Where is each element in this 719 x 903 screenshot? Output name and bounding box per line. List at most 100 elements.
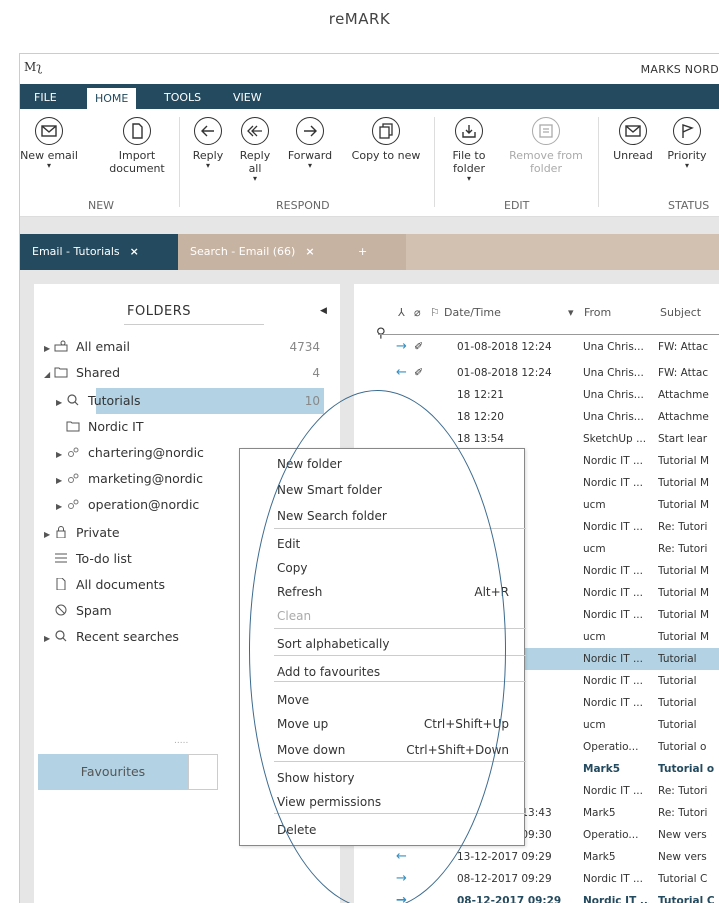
menu-item-new-folder[interactable]: New folder bbox=[277, 453, 509, 475]
cell-from: Nordic IT ... bbox=[583, 697, 643, 709]
menu-home[interactable]: HOME bbox=[86, 87, 138, 109]
folder-operation[interactable]: ▶ operation@nordic bbox=[56, 494, 199, 516]
menu-item-edit[interactable]: Edit bbox=[277, 533, 509, 555]
menu-item-move[interactable]: Move bbox=[277, 689, 509, 711]
priority-button[interactable]: Priority ▾ bbox=[662, 117, 712, 170]
menu-separator bbox=[274, 628, 526, 629]
menu-item-new-smart-folder[interactable]: New Smart folder bbox=[277, 479, 509, 501]
menu-separator bbox=[274, 528, 526, 529]
import-document-button[interactable]: Import document bbox=[98, 117, 176, 175]
collapse-icon[interactable]: ◢ bbox=[44, 364, 54, 386]
cell-subject: Tutorial C bbox=[658, 873, 708, 885]
folder-nordic-it[interactable]: Nordic IT bbox=[66, 416, 144, 438]
folder-all-email[interactable]: ▶ All email bbox=[44, 336, 130, 358]
folder-count: 4 bbox=[312, 366, 320, 380]
menu-item-show-history[interactable]: Show history bbox=[277, 767, 509, 789]
menu-item-delete[interactable]: Delete bbox=[277, 819, 509, 841]
expand-icon[interactable]: ▶ bbox=[56, 496, 66, 518]
file-to-folder-button[interactable]: File to folder ▾ bbox=[444, 117, 494, 183]
table-row[interactable]: → 08-12-2017 09:29 Nordic IT ... Tutorial C bbox=[354, 890, 719, 903]
cell-subject: Tutorial M bbox=[658, 499, 709, 511]
menu-item-sort-alphabetically[interactable]: Sort alphabetically bbox=[277, 633, 509, 655]
table-row[interactable]: → 08-12-2017 09:29 Nordic IT ... Tutorial C bbox=[354, 868, 719, 890]
menu-item-move-up[interactable]: Move up Ctrl+Shift+Up bbox=[277, 713, 509, 735]
thread-icon[interactable]: ⅄ bbox=[398, 306, 405, 319]
folder-spam[interactable]: Spam bbox=[54, 600, 112, 622]
folder-private[interactable]: ▶ Private bbox=[44, 522, 120, 544]
reply-button[interactable]: Reply ▾ bbox=[186, 117, 230, 170]
cell-from: Nordic IT ... bbox=[583, 675, 643, 687]
folder-tutorials[interactable]: ▶ Tutorials bbox=[56, 390, 140, 412]
cell-from: Nordic IT ... bbox=[583, 565, 643, 577]
folder-all-documents[interactable]: All documents bbox=[54, 574, 165, 596]
table-row[interactable]: ← 13-12-2017 09:29 Mark5 New vers bbox=[354, 846, 719, 868]
menu-item-new-search-folder[interactable]: New Search folder bbox=[277, 505, 509, 527]
menu-item-view-permissions[interactable]: View permissions bbox=[277, 791, 509, 813]
forward-button[interactable]: Forward ▾ bbox=[282, 117, 338, 170]
folder-shared[interactable]: ◢ Shared bbox=[44, 362, 120, 384]
menu-item-label: Edit bbox=[277, 537, 301, 551]
menu-item-label: Clean bbox=[277, 609, 312, 623]
new-email-button[interactable]: New email ▾ bbox=[20, 117, 78, 170]
menu-item-copy[interactable]: Copy bbox=[277, 557, 509, 579]
folder-marketing[interactable]: ▶ marketing@nordic bbox=[56, 468, 203, 490]
column-from[interactable]: From bbox=[584, 306, 611, 319]
flag-icon[interactable]: ⚐ bbox=[430, 306, 440, 319]
expand-icon[interactable]: ▶ bbox=[44, 628, 54, 650]
menu-item-shortcut: Ctrl+Shift+Down bbox=[406, 743, 509, 757]
menu-view[interactable]: VIEW bbox=[225, 87, 270, 109]
expand-icon[interactable]: ▶ bbox=[44, 524, 54, 546]
expand-icon[interactable]: ▶ bbox=[56, 470, 66, 492]
menu-item-refresh[interactable]: Refresh Alt+R bbox=[277, 581, 509, 603]
cell-from: Una Chris... bbox=[583, 389, 644, 401]
menu-item-add-to-favourites[interactable]: Add to favourites bbox=[277, 661, 509, 683]
menu-item-clean[interactable]: Clean bbox=[277, 605, 509, 627]
cell-from: Una Chris... bbox=[583, 367, 644, 379]
menu-item-move-down[interactable]: Move down Ctrl+Shift+Down bbox=[277, 739, 509, 761]
close-icon[interactable]: × bbox=[305, 245, 314, 258]
app-window: Mʅ MARKS NORD FILE HOME TOOLS VIEW New e… bbox=[19, 53, 719, 903]
unread-button[interactable]: Unread bbox=[608, 117, 658, 162]
expand-icon[interactable]: ▶ bbox=[44, 338, 54, 360]
table-row[interactable]: 18 12:20 Una Chris... Attachme bbox=[354, 406, 719, 428]
cell-subject: Tutorial o bbox=[658, 763, 715, 775]
expand-icon[interactable]: ▶ bbox=[56, 392, 66, 414]
secondary-tab[interactable] bbox=[188, 754, 218, 790]
tab-search-email[interactable]: Search - Email (66) × bbox=[178, 234, 346, 270]
splitter-handle[interactable]: ..... bbox=[174, 736, 188, 746]
folder-icon bbox=[54, 367, 68, 378]
column-date[interactable]: Date/Time bbox=[444, 306, 501, 319]
cell-subject: Re: Tutori bbox=[658, 785, 708, 797]
attachment-icon[interactable]: ⌀ bbox=[414, 306, 421, 319]
sort-icon[interactable]: ▾ bbox=[568, 306, 574, 319]
table-row[interactable]: → ✐ 01-08-2018 12:24 Una Chris... FW: Attac bbox=[354, 336, 719, 358]
document-icon bbox=[56, 578, 66, 590]
expand-icon[interactable]: ▶ bbox=[56, 444, 66, 466]
add-tab-button[interactable]: + bbox=[346, 234, 406, 270]
group-label-status: STATUS bbox=[668, 199, 710, 212]
remove-from-folder-button[interactable]: Remove from folder bbox=[502, 117, 590, 175]
cell-subject: Re: Tutori bbox=[658, 543, 708, 555]
folder-todo-list[interactable]: To-do list bbox=[54, 548, 132, 570]
close-icon[interactable]: × bbox=[130, 245, 139, 258]
ribbon-separator bbox=[598, 117, 599, 207]
table-row[interactable]: 18 13:54 SketchUp ... Start lear bbox=[354, 428, 719, 450]
copy-to-new-button[interactable]: Copy to new bbox=[346, 117, 426, 162]
table-row[interactable]: ← ✐ 01-08-2018 12:24 Una Chris... FW: Attac bbox=[354, 362, 719, 384]
tab-email-tutorials[interactable]: Email - Tutorials × bbox=[20, 234, 178, 270]
menu-item-shortcut: Alt+R bbox=[474, 585, 509, 599]
folder-recent-searches[interactable]: ▶ Recent searches bbox=[44, 626, 179, 648]
ribbon: New email ▾ Import document Reply ▾ Repl… bbox=[20, 109, 719, 217]
cell-subject: New vers bbox=[658, 851, 707, 863]
collapse-panel-icon[interactable]: ◀ bbox=[320, 306, 327, 316]
cell-from: Nordic IT ... bbox=[583, 873, 643, 885]
cell-date: 18 12:20 bbox=[457, 411, 504, 423]
favourites-tab[interactable]: Favourites bbox=[38, 754, 188, 790]
menu-file[interactable]: FILE bbox=[26, 87, 65, 109]
menu-tools[interactable]: TOOLS bbox=[156, 87, 209, 109]
table-row[interactable]: 18 12:21 Una Chris... Attachme bbox=[354, 384, 719, 406]
column-subject[interactable]: Subject bbox=[660, 306, 701, 319]
reply-all-button[interactable]: Reply all ▾ bbox=[232, 117, 278, 183]
folder-chartering[interactable]: ▶ chartering@nordic bbox=[56, 442, 204, 464]
cell-from: Nordic IT ... bbox=[583, 455, 643, 467]
